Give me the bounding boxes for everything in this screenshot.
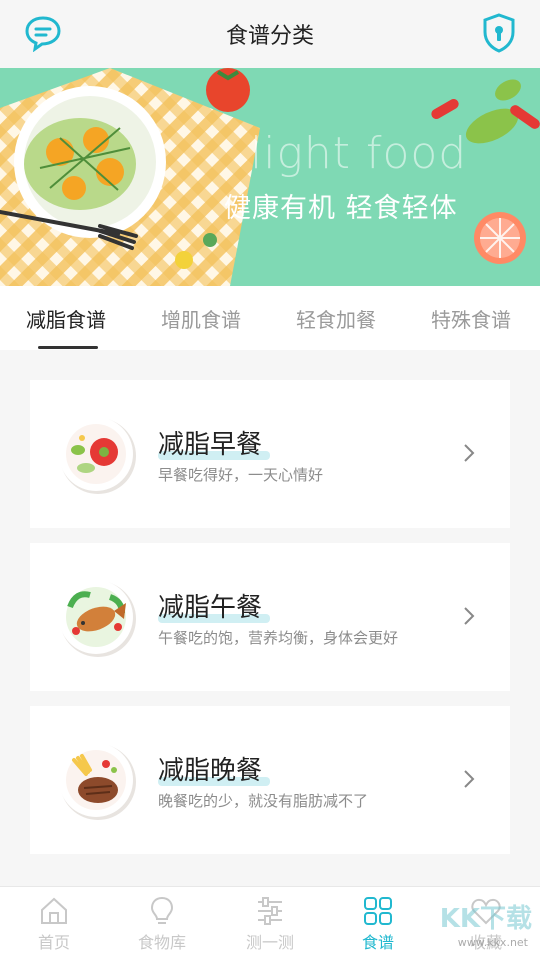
nav-label: 测一测 xyxy=(245,933,294,952)
recipe-card-breakfast[interactable]: 减脂早餐 早餐吃得好，一天心情好 xyxy=(30,380,510,528)
nav-label: 食谱 xyxy=(361,933,394,952)
lightbulb-icon xyxy=(150,896,174,924)
home-icon xyxy=(41,897,67,924)
chevron-right-icon xyxy=(464,770,475,788)
tab-special[interactable]: 特殊食谱 xyxy=(431,304,511,333)
nav-label: 食物库 xyxy=(137,933,186,952)
grid-icon xyxy=(364,897,392,925)
recipe-title: 减脂午餐 xyxy=(158,593,263,623)
chevron-right-icon xyxy=(464,607,475,625)
banner-english-text: light food xyxy=(250,128,468,179)
page-title: 食谱分类 xyxy=(225,24,314,49)
watermark-logo: KK下载 xyxy=(439,904,532,934)
recipe-title: 减脂晚餐 xyxy=(158,756,263,786)
active-tab-indicator xyxy=(38,346,98,349)
recipe-description: 早餐吃得好，一天心情好 xyxy=(158,466,324,484)
nav-recipes[interactable]: 食谱 xyxy=(324,895,432,953)
promo-banner[interactable]: light food 健康有机 轻食轻体 xyxy=(0,68,540,286)
recipe-card-lunch[interactable]: 减脂午餐 午餐吃的饱，营养均衡，身体会更好 xyxy=(30,543,510,691)
tab-fat-loss[interactable]: 减脂食谱 xyxy=(26,304,106,333)
recipe-description: 午餐吃的饱，营养均衡，身体会更好 xyxy=(158,629,399,647)
breakfast-plate-icon xyxy=(59,417,136,494)
nav-label: 首页 xyxy=(37,933,70,952)
watermark-url: www.kkx.net xyxy=(457,936,528,949)
tab-muscle-gain[interactable]: 增肌食谱 xyxy=(161,304,241,333)
shield-lock-icon[interactable] xyxy=(482,13,516,53)
steak-plate-icon xyxy=(59,743,136,820)
top-bar: 食谱分类 xyxy=(0,0,540,68)
fish-plate-icon xyxy=(59,580,136,657)
banner-slogan: 健康有机 轻食轻体 xyxy=(224,193,458,224)
recipe-description: 晚餐吃的少，就没有脂肪减不了 xyxy=(158,792,369,810)
category-tabs: 减脂食谱 增肌食谱 轻食加餐 特殊食谱 xyxy=(0,286,540,350)
nav-home[interactable]: 首页 xyxy=(0,895,108,953)
nav-test[interactable]: 测一测 xyxy=(216,895,324,953)
chevron-right-icon xyxy=(464,444,475,462)
nav-food-library[interactable]: 食物库 xyxy=(108,895,216,953)
recipe-title: 减脂早餐 xyxy=(158,430,263,460)
sliders-icon xyxy=(258,897,282,925)
tab-light-snack[interactable]: 轻食加餐 xyxy=(296,304,376,333)
recipe-card-dinner[interactable]: 减脂晚餐 晚餐吃的少，就没有脂肪减不了 xyxy=(30,706,510,854)
